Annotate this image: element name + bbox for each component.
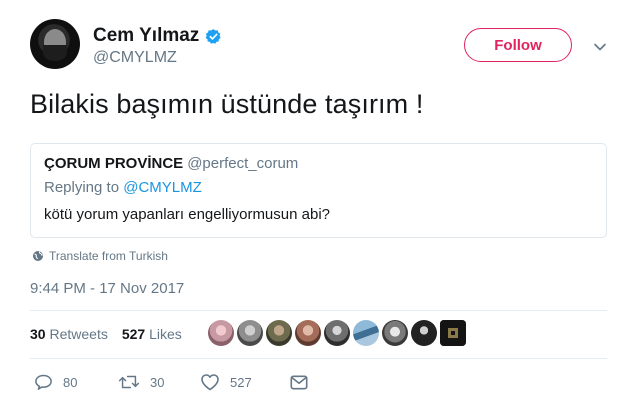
liker-avatar[interactable] — [324, 320, 350, 346]
liker-avatar[interactable] — [440, 320, 466, 346]
liker-avatar[interactable] — [208, 320, 234, 346]
quoted-text: kötü yorum yapanları engelliyormusun abi… — [44, 206, 330, 223]
translate-label[interactable]: Translate from Turkish — [49, 249, 168, 263]
heart-icon — [201, 374, 219, 391]
retweets-count: 30 — [30, 326, 46, 342]
replying-mention-link[interactable]: @CMYLMZ — [123, 179, 202, 196]
quoted-header: ÇORUM PROVİNCE @perfect_corum — [44, 155, 298, 172]
like-count: 527 — [230, 374, 252, 390]
quoted-tweet[interactable]: ÇORUM PROVİNCE @perfect_corum Replying to… — [30, 143, 607, 238]
tweet-stats: 30 Retweets 527 Likes — [30, 326, 182, 342]
likes-label: Likes — [149, 326, 182, 342]
globe-icon — [33, 251, 43, 261]
reply-icon — [35, 374, 52, 390]
quoted-author-name: ÇORUM PROVİNCE — [44, 155, 184, 172]
retweet-icon — [118, 375, 140, 389]
quoted-author-handle: @perfect_corum — [187, 155, 299, 172]
avatar-beard — [43, 45, 67, 61]
envelope-icon — [290, 374, 308, 389]
quoted-replying-to: Replying to @CMYLMZ — [44, 179, 202, 196]
retweet-action[interactable]: 30 — [118, 373, 200, 391]
liker-avatar[interactable] — [353, 320, 379, 346]
direct-message-action[interactable] — [290, 374, 308, 390]
display-name[interactable]: Cem Yılmaz — [93, 25, 199, 47]
likes-count: 527 — [121, 326, 146, 342]
liker-avatar[interactable] — [266, 320, 292, 346]
liker-avatar[interactable] — [411, 320, 437, 346]
display-name-row[interactable]: Cem Yılmaz — [93, 25, 222, 47]
reply-action[interactable]: 80 — [34, 373, 118, 391]
divider-bottom — [30, 358, 607, 359]
retweet-count: 30 — [150, 374, 165, 390]
tweet-text: Bilakis başımın üstünde taşırım ! — [30, 89, 424, 119]
like-action[interactable]: 527 — [200, 373, 290, 391]
author-handle[interactable]: @CMYLMZ — [93, 49, 177, 67]
action-bar: 80 30 527 — [34, 373, 308, 391]
verified-badge-icon — [205, 28, 222, 45]
liker-avatar[interactable] — [237, 320, 263, 346]
liker-avatars — [208, 320, 466, 346]
divider-top — [30, 310, 607, 311]
replying-prefix: Replying to — [44, 179, 120, 196]
tweet-timestamp[interactable]: 9:44 PM - 17 Nov 2017 — [30, 280, 184, 297]
liker-avatar[interactable] — [295, 320, 321, 346]
translate-link[interactable]: Translate from Turkish — [32, 249, 168, 263]
retweets-label: Retweets — [49, 326, 108, 342]
follow-button[interactable]: Follow — [464, 28, 572, 62]
reply-count: 80 — [63, 374, 78, 390]
liker-avatar[interactable] — [382, 320, 408, 346]
avatar[interactable] — [30, 19, 80, 69]
chevron-down-icon[interactable] — [593, 40, 607, 54]
likes-stat[interactable]: 527 Likes — [122, 326, 182, 342]
retweets-stat[interactable]: 30 Retweets — [30, 326, 108, 342]
